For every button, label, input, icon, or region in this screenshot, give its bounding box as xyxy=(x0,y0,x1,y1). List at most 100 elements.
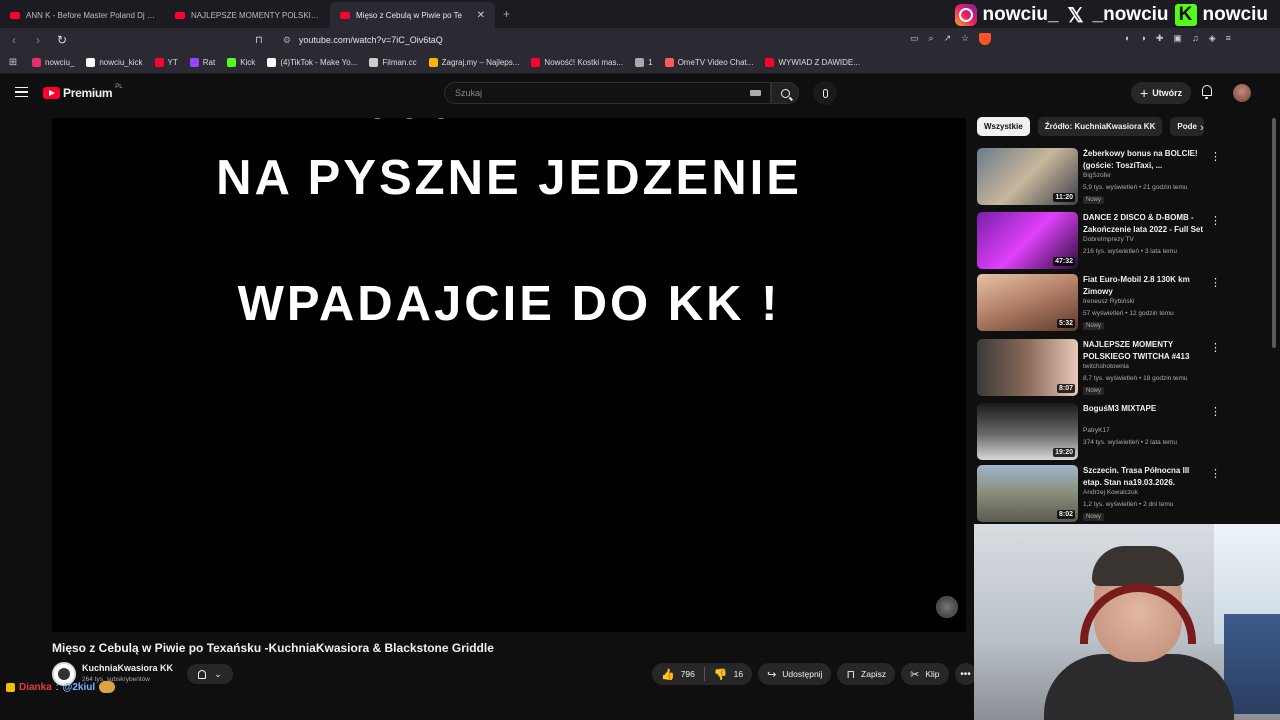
recommended-video[interactable]: 5:32 Fiat Euro-Mobil 2.8 130K km Zimowy Ir… xyxy=(977,274,1222,332)
share-button[interactable]: ↪ Udostępnij xyxy=(758,663,832,685)
bookmark-label: 1 xyxy=(648,58,653,67)
chip-all[interactable]: Wszystkie xyxy=(977,117,1030,136)
hamburger-menu-icon[interactable] xyxy=(15,87,28,97)
recommended-channel-name[interactable]: twitchshotownia xyxy=(1083,363,1129,370)
bell-icon xyxy=(198,669,207,679)
more-vertical-icon[interactable]: ⋮ xyxy=(1210,405,1221,418)
recommended-video-title[interactable]: Żeberkowy bonus na BOLCIE! (goście: Tosz… xyxy=(1083,148,1208,171)
notifications-bell-icon[interactable] xyxy=(1202,85,1212,99)
zoom-icon[interactable]: ⌕ xyxy=(929,33,934,45)
video-thumbnail[interactable]: 8:07 xyxy=(977,339,1078,396)
video-thumbnail[interactable]: 11:20 xyxy=(977,148,1078,205)
bookmark-item[interactable]: Rat xyxy=(184,58,221,67)
account-avatar[interactable] xyxy=(1233,84,1251,102)
reload-icon[interactable]: ↻ xyxy=(52,33,72,47)
more-vertical-icon[interactable]: ⋮ xyxy=(1210,467,1221,480)
notification-settings-button[interactable]: ⌄ xyxy=(187,664,233,684)
bookmark-item[interactable]: 1 xyxy=(629,58,658,67)
star-icon[interactable]: ☆ xyxy=(961,33,969,45)
video-caption-line-2: WPADAJCIE DO KK ! xyxy=(237,277,781,331)
bookmark-icon[interactable]: ⊓ xyxy=(255,35,263,46)
recommended-video[interactable]: 8:02 Szczecin. Trasa Północna III etap. S… xyxy=(977,465,1222,523)
vpn-icon[interactable]: ◈ xyxy=(1209,33,1216,44)
search-button[interactable] xyxy=(771,82,799,104)
cast-icon[interactable]: ▭ xyxy=(910,33,919,45)
bookmark-item[interactable]: Kick xyxy=(221,58,261,67)
recommended-video-title[interactable]: Fiat Euro-Mobil 2.8 130K km Zimowy xyxy=(1083,274,1208,297)
bookmark-favicon-icon xyxy=(369,58,379,67)
youtube-premium-logo[interactable]: Premium PL xyxy=(43,84,123,100)
video-thumbnail[interactable]: 8:02 xyxy=(977,465,1078,522)
recommended-video[interactable]: 11:20 Żeberkowy bonus na BOLCIE! (goście:… xyxy=(977,148,1222,206)
menu-icon[interactable]: ≡ xyxy=(1226,33,1231,44)
create-button[interactable]: + Utwórz xyxy=(1131,82,1192,104)
brave-shield-icon[interactable] xyxy=(979,33,992,45)
video-player[interactable]: ' ' ' NA PYSZNE JEDZENIE WPADAJCIE DO KK… xyxy=(52,118,966,632)
video-thumbnail[interactable]: 47:32 xyxy=(977,212,1078,269)
chip-similar[interactable]: Pode xyxy=(1170,117,1204,136)
more-vertical-icon[interactable]: ⋮ xyxy=(1210,214,1221,227)
browser-tab[interactable]: NAJLEPSZE MOMENTY POLSKIEGO T xyxy=(165,2,330,28)
recommended-video[interactable]: 19:20 BoguśM3 MIXTAPE PatryK17 374 tys. wyś… xyxy=(977,403,1222,461)
scrollbar[interactable] xyxy=(1272,118,1276,348)
video-actions: 👍 796 👎 16 ↪ Udostępnij ⊓ Zapisz ✂ Klip … xyxy=(652,663,977,685)
voice-search-button[interactable] xyxy=(813,81,837,105)
chevron-right-icon[interactable]: › xyxy=(1200,122,1204,134)
recommended-video-title[interactable]: Szczecin. Trasa Północna III etap. Stan … xyxy=(1083,465,1208,488)
search-input[interactable] xyxy=(455,88,735,98)
more-vertical-icon[interactable]: ⋮ xyxy=(1210,341,1221,354)
browser-tab[interactable]: ANN K - Before Master Poland Dj Ba xyxy=(0,2,165,28)
dislike-button[interactable]: 👎 16 xyxy=(705,668,752,681)
recommended-channel-name[interactable]: Ireneusz Rybiński xyxy=(1083,298,1134,305)
close-tab-icon[interactable]: ✕ xyxy=(477,10,485,21)
bookmark-item[interactable]: nowciu_ xyxy=(26,58,80,67)
sidebar-icon[interactable]: ▣ xyxy=(1173,33,1182,44)
puzzle-icon[interactable]: ✚ xyxy=(1156,33,1164,44)
bookmark-favicon-icon xyxy=(86,58,96,67)
recommended-channel-name[interactable]: Andrzej Kowalczuk xyxy=(1083,489,1138,496)
site-info-icon[interactable]: ⚙ xyxy=(283,35,291,46)
more-vertical-icon[interactable]: ⋮ xyxy=(1210,150,1221,163)
extension-icon[interactable]: ◑ xyxy=(1140,33,1145,44)
chip-source[interactable]: Źródło: KuchniaKwasiora KK xyxy=(1037,117,1163,136)
recommended-video[interactable]: 8:07 NAJLEPSZE MOMENTY POLSKIEGO TWITCHA … xyxy=(977,339,1222,397)
bookmark-item[interactable]: YT xyxy=(149,58,184,67)
browser-tab-active[interactable]: Mięso z Cebulą w Piwie po Te ✕ xyxy=(330,2,495,28)
forward-icon[interactable]: › xyxy=(28,33,48,47)
bookmark-item[interactable]: WYWIAD Z DAWIDE... xyxy=(759,58,865,67)
recommended-channel-name[interactable]: BigSzofer xyxy=(1083,172,1111,179)
bookmark-item[interactable]: Filman.cc xyxy=(363,58,422,67)
share-icon[interactable]: ↗ xyxy=(944,33,952,45)
url-text: youtube.com/watch?v=7iC_Oiv6taQ xyxy=(298,35,443,45)
bookmark-item[interactable]: Nowość! Kostki mas... xyxy=(525,58,629,67)
like-button[interactable]: 👍 796 xyxy=(652,668,704,681)
bookmark-favicon-icon xyxy=(531,58,541,67)
new-tab-icon[interactable]: + xyxy=(503,7,510,21)
keyboard-icon[interactable] xyxy=(750,90,761,96)
recommended-video[interactable]: 47:32 DANCE 2 DISCO & D-BOMB - Zakończeni… xyxy=(977,212,1222,270)
video-thumbnail[interactable]: 5:32 xyxy=(977,274,1078,331)
channel-name[interactable]: KuchniaKwasiora KK xyxy=(82,663,173,673)
bookmark-item[interactable]: (4)TikTok - Make Yo... xyxy=(261,58,363,67)
bookmark-item[interactable]: nowciu_kick xyxy=(80,58,148,67)
apps-grid-icon[interactable]: ⊞ xyxy=(0,57,26,68)
save-button[interactable]: ⊓ Zapisz xyxy=(837,663,896,685)
video-title: Mięso z Cebulą w Piwie po Texańsku -Kuch… xyxy=(52,641,494,655)
channel-watermark-icon[interactable] xyxy=(936,596,958,618)
music-icon[interactable]: ♫ xyxy=(1192,33,1199,44)
back-icon[interactable]: ‹ xyxy=(4,33,24,47)
recommended-channel-name[interactable]: DobreImprezy TV xyxy=(1083,236,1134,243)
address-field[interactable]: ⊓ ⚙ youtube.com/watch?v=7iC_Oiv6taQ xyxy=(255,30,1000,50)
chat-separator: : xyxy=(55,681,59,693)
extension-icon[interactable]: ◐ xyxy=(1125,33,1130,44)
recommended-video-title[interactable]: BoguśM3 MIXTAPE xyxy=(1083,403,1208,415)
recommended-video-title[interactable]: NAJLEPSZE MOMENTY POLSKIEGO TWITCHA #413 xyxy=(1083,339,1208,362)
recommended-video-title[interactable]: DANCE 2 DISCO & D-BOMB - Zakończenie lat… xyxy=(1083,212,1208,235)
thumbs-down-icon: 👎 xyxy=(713,668,728,681)
recommended-channel-name[interactable]: PatryK17 xyxy=(1083,427,1110,434)
video-thumbnail[interactable]: 19:20 xyxy=(977,403,1078,460)
more-vertical-icon[interactable]: ⋮ xyxy=(1210,276,1221,289)
bookmark-item[interactable]: Zagraj.my – Najleps... xyxy=(423,58,526,67)
bookmark-item[interactable]: OmeTV Video Chat... xyxy=(659,58,760,67)
clip-button[interactable]: ✂ Klip xyxy=(901,663,949,685)
